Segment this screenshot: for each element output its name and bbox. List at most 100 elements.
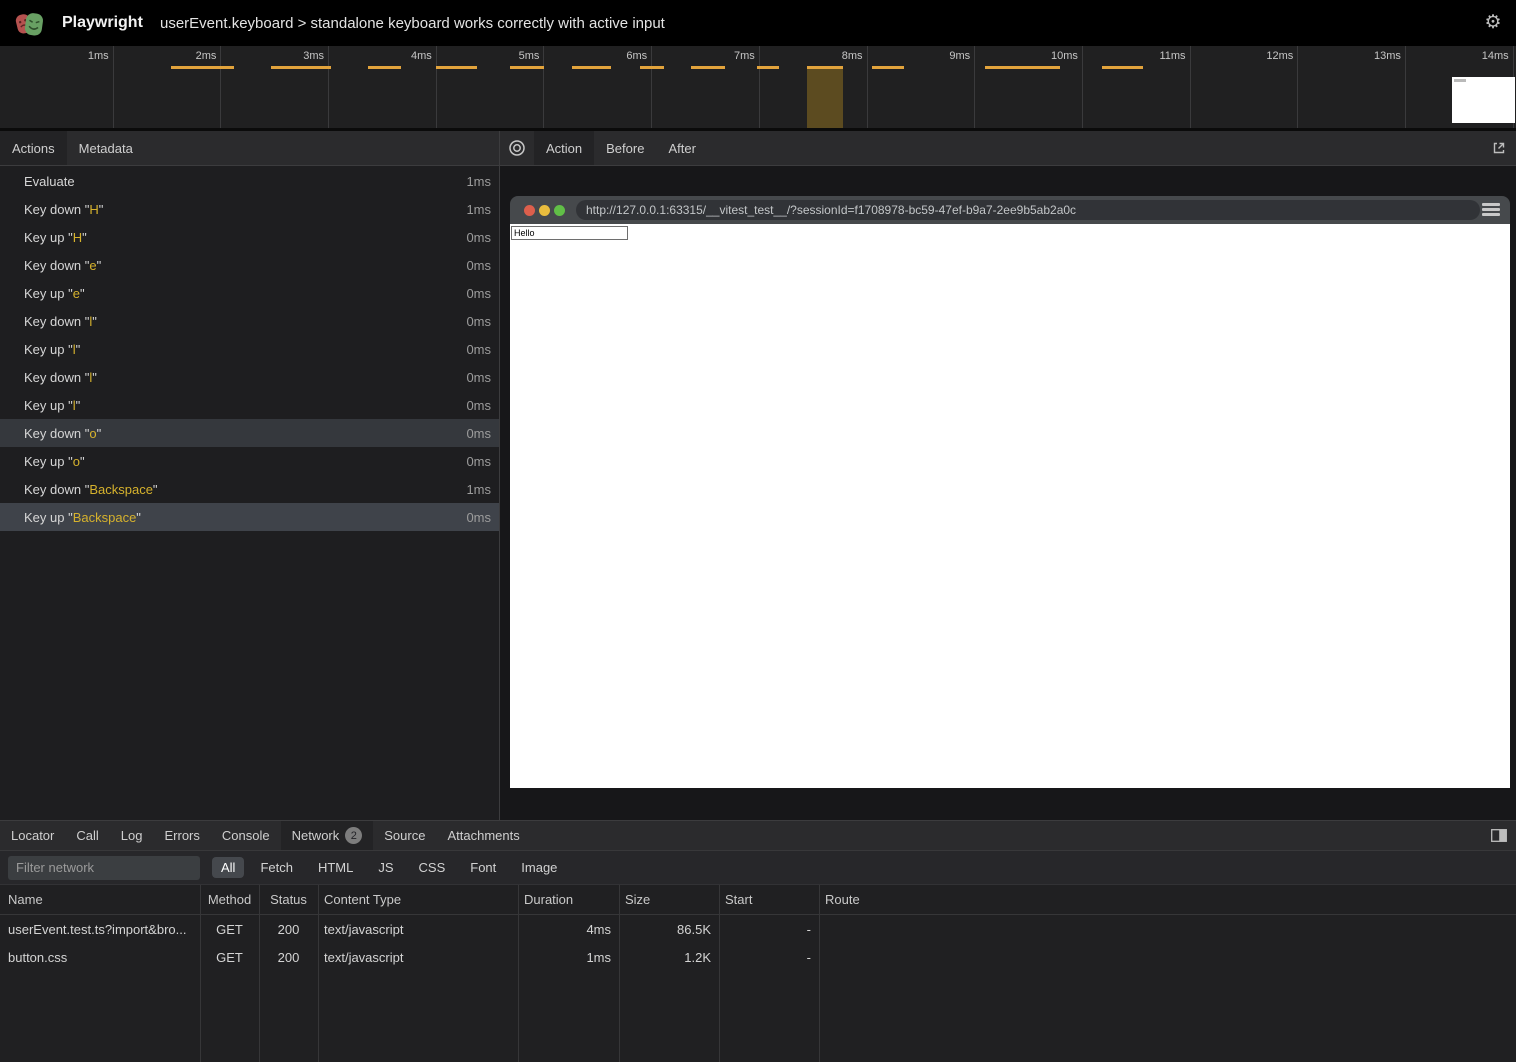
external-link-icon[interactable] bbox=[1482, 131, 1516, 165]
cell-method: GET bbox=[200, 922, 259, 937]
action-list-item[interactable]: Key down "H"1ms bbox=[0, 195, 499, 223]
action-key-value: H bbox=[73, 230, 82, 245]
bottom-tab-label: Source bbox=[384, 828, 425, 843]
bottom-tab-label: Network bbox=[292, 828, 340, 843]
network-filter-row: All Fetch HTML JS CSS Font Image bbox=[0, 851, 1516, 885]
actions-panel: Actions Metadata Evaluate1msKey down "H"… bbox=[0, 131, 499, 820]
column-header-status[interactable]: Status bbox=[259, 892, 318, 907]
address-bar[interactable]: http://127.0.0.1:63315/__vitest_test__/?… bbox=[576, 200, 1480, 220]
gear-icon[interactable]: ⚙ bbox=[1482, 12, 1504, 34]
action-list-item[interactable]: Key down "o"0ms bbox=[0, 419, 499, 447]
column-header-content-type[interactable]: Content Type bbox=[318, 892, 518, 907]
filter-chip-html[interactable]: HTML bbox=[309, 857, 362, 878]
tab-actions[interactable]: Actions bbox=[0, 131, 67, 165]
filter-chip-font[interactable]: Font bbox=[461, 857, 505, 878]
timeline-action-marker[interactable] bbox=[807, 66, 843, 69]
filter-chip-all[interactable]: All bbox=[212, 857, 244, 878]
thumbnail-input-hint bbox=[1454, 79, 1466, 82]
action-list-item[interactable]: Key up "H"0ms bbox=[0, 223, 499, 251]
hamburger-icon[interactable] bbox=[1482, 203, 1500, 217]
bottom-tab-source[interactable]: Source bbox=[373, 821, 436, 850]
action-duration: 0ms bbox=[466, 258, 499, 273]
column-header-start[interactable]: Start bbox=[719, 892, 819, 907]
cell-name: button.css bbox=[0, 950, 200, 965]
timeline-action-marker[interactable] bbox=[171, 66, 234, 69]
timeline-action-marker[interactable] bbox=[436, 66, 477, 69]
action-key-value: Backspace bbox=[89, 482, 153, 497]
filter-chip-js[interactable]: JS bbox=[369, 857, 402, 878]
action-list-item[interactable]: Key up "e"0ms bbox=[0, 279, 499, 307]
timeline-action-marker[interactable] bbox=[872, 66, 904, 69]
network-filter-input[interactable] bbox=[8, 856, 200, 880]
network-request-row[interactable]: button.cssGET200text/javascript1ms1.2K- bbox=[0, 943, 1516, 971]
browser-window: http://127.0.0.1:63315/__vitest_test__/?… bbox=[510, 196, 1510, 788]
column-separator bbox=[719, 885, 720, 1062]
tab-metadata[interactable]: Metadata bbox=[67, 131, 145, 165]
snapshot-text-input[interactable] bbox=[511, 226, 628, 240]
action-duration: 0ms bbox=[466, 314, 499, 329]
column-header-size[interactable]: Size bbox=[619, 892, 719, 907]
timeline-action-marker[interactable] bbox=[271, 66, 331, 69]
action-list-item[interactable]: Key down "l"0ms bbox=[0, 363, 499, 391]
bottom-tab-network[interactable]: Network 2 bbox=[281, 821, 374, 850]
action-list-item[interactable]: Key up "l"0ms bbox=[0, 391, 499, 419]
action-key-value: l bbox=[73, 398, 76, 413]
action-duration: 0ms bbox=[466, 342, 499, 357]
bottom-tab-call[interactable]: Call bbox=[65, 821, 109, 850]
timeline-selected-range[interactable] bbox=[807, 66, 843, 128]
bottom-tab-locator[interactable]: Locator bbox=[0, 821, 65, 850]
action-list-item[interactable]: Key down "e"0ms bbox=[0, 251, 499, 279]
action-list-item[interactable]: Evaluate1ms bbox=[0, 167, 499, 195]
top-header: Playwright userEvent.keyboard > standalo… bbox=[0, 0, 1516, 46]
tab-after[interactable]: After bbox=[656, 131, 707, 165]
network-count-badge: 2 bbox=[345, 827, 362, 844]
tab-action[interactable]: Action bbox=[534, 131, 594, 165]
action-title: Key up "e" bbox=[0, 286, 466, 301]
action-list-item[interactable]: Key up "l"0ms bbox=[0, 335, 499, 363]
snapshot-panel: Action Before After bbox=[500, 131, 1516, 820]
column-separator bbox=[518, 885, 519, 1062]
bottom-tab-console[interactable]: Console bbox=[211, 821, 281, 850]
action-list-item[interactable]: Key down "Backspace"1ms bbox=[0, 475, 499, 503]
action-duration: 0ms bbox=[466, 286, 499, 301]
timeline-action-marker[interactable] bbox=[1102, 66, 1143, 69]
cell-content-type: text/javascript bbox=[318, 950, 518, 965]
timeline-action-marker[interactable] bbox=[572, 66, 611, 69]
snapshot-tabbar: Action Before After bbox=[500, 131, 1516, 166]
network-request-row[interactable]: userEvent.test.ts?import&bro...GET200tex… bbox=[0, 915, 1516, 943]
bottom-tab-log[interactable]: Log bbox=[110, 821, 154, 850]
timeline-action-marker[interactable] bbox=[368, 66, 401, 69]
column-header-duration[interactable]: Duration bbox=[518, 892, 619, 907]
tab-before[interactable]: Before bbox=[594, 131, 656, 165]
timeline-action-marker[interactable] bbox=[640, 66, 664, 69]
action-list-item[interactable]: Key down "l"0ms bbox=[0, 307, 499, 335]
column-header-route[interactable]: Route bbox=[819, 892, 1016, 907]
timeline-action-marker[interactable] bbox=[985, 66, 1060, 69]
cell-method: GET bbox=[200, 950, 259, 965]
timeline-ruler[interactable]: 1ms2ms3ms4ms5ms6ms7ms8ms9ms10ms11ms12ms1… bbox=[0, 46, 1516, 128]
timeline-action-marker[interactable] bbox=[757, 66, 779, 69]
action-key-value: e bbox=[89, 258, 96, 273]
action-list-item[interactable]: Key up "Backspace"0ms bbox=[0, 503, 499, 531]
snapshot-area: http://127.0.0.1:63315/__vitest_test__/?… bbox=[500, 167, 1516, 820]
filter-chip-fetch[interactable]: Fetch bbox=[251, 857, 302, 878]
filter-chip-image[interactable]: Image bbox=[512, 857, 566, 878]
timeline-action-marker[interactable] bbox=[510, 66, 544, 69]
filter-chip-css[interactable]: CSS bbox=[410, 857, 455, 878]
timeline-screenshot-thumbnail[interactable] bbox=[1452, 77, 1515, 123]
action-list-item[interactable]: Key up "o"0ms bbox=[0, 447, 499, 475]
timeline-action-marker[interactable] bbox=[691, 66, 725, 69]
main-split: Actions Metadata Evaluate1msKey down "H"… bbox=[0, 131, 1516, 820]
action-key-value: e bbox=[73, 286, 80, 301]
split-view-icon[interactable] bbox=[1482, 821, 1516, 850]
cell-name: userEvent.test.ts?import&bro... bbox=[0, 922, 200, 937]
bullseye-target-icon[interactable] bbox=[500, 131, 534, 165]
bottom-tab-attachments[interactable]: Attachments bbox=[436, 821, 530, 850]
bottom-tab-label: Call bbox=[76, 828, 98, 843]
column-header-method[interactable]: Method bbox=[200, 892, 259, 907]
network-type-filters: All Fetch HTML JS CSS Font Image bbox=[212, 857, 573, 878]
traffic-light-green bbox=[554, 205, 565, 216]
bottom-tabbar: Locator Call LogErrorsConsole Network 2 Sourc… bbox=[0, 821, 1516, 851]
column-header-name[interactable]: Name bbox=[0, 892, 200, 907]
bottom-tab-errors[interactable]: Errors bbox=[153, 821, 210, 850]
